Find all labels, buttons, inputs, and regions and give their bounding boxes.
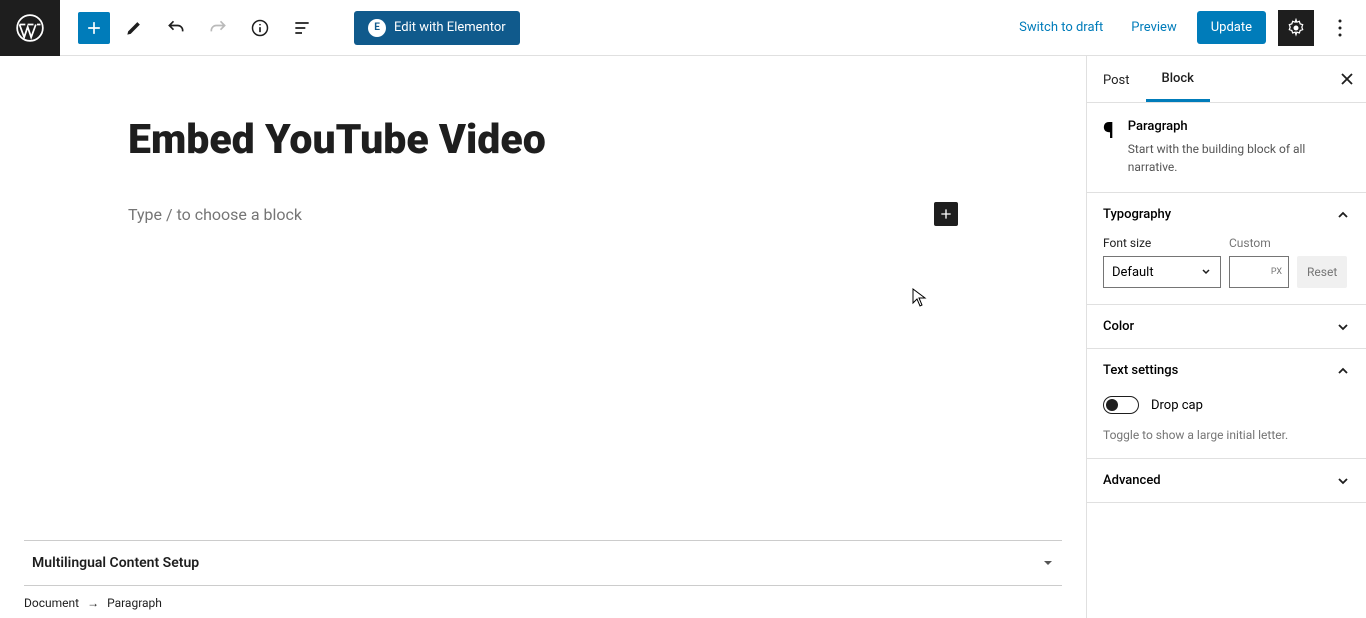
text-settings-header[interactable]: Text settings [1087, 349, 1366, 392]
redo-icon [208, 18, 228, 38]
block-placeholder: Type / to choose a block [128, 205, 934, 224]
reset-font-button[interactable]: Reset [1297, 256, 1347, 288]
settings-sidebar: Post Block ¶ Paragraph Start with the bu… [1086, 56, 1366, 618]
tab-post[interactable]: Post [1087, 56, 1146, 102]
color-title: Color [1103, 319, 1134, 334]
dots-vertical-icon [1338, 19, 1342, 37]
post-title[interactable]: Embed YouTube Video [128, 116, 958, 164]
gear-icon [1286, 18, 1306, 38]
advanced-panel: Advanced [1087, 459, 1366, 503]
plus-icon [938, 206, 954, 222]
tab-block[interactable]: Block [1146, 56, 1210, 102]
text-settings-body: Drop cap Toggle to show a large initial … [1087, 392, 1366, 458]
main-area: Embed YouTube Video Type / to choose a b… [0, 56, 1366, 618]
breadcrumb-leaf[interactable]: Paragraph [107, 596, 162, 610]
block-info-text: Paragraph Start with the building block … [1128, 119, 1350, 176]
more-options-button[interactable] [1326, 10, 1354, 46]
toolbar-left: E Edit with Elementor [60, 10, 538, 46]
typography-title: Typography [1103, 207, 1171, 222]
sidebar-tabs: Post Block [1087, 56, 1366, 103]
redo-button[interactable] [200, 10, 236, 46]
typography-panel: Typography Font size Default Custom [1087, 193, 1366, 305]
editor-canvas: Embed YouTube Video Type / to choose a b… [0, 56, 1086, 618]
outline-button[interactable] [284, 10, 320, 46]
drop-cap-toggle[interactable] [1103, 396, 1139, 414]
typography-body: Font size Default Custom Reset [1087, 236, 1366, 304]
editor-footer: Multilingual Content Setup [24, 540, 1062, 586]
triangle-down-icon [1042, 558, 1054, 568]
block-type-title: Paragraph [1128, 119, 1350, 134]
custom-size-input[interactable] [1229, 256, 1289, 288]
font-size-select[interactable]: Default [1103, 256, 1221, 288]
paragraph-icon: ¶ [1103, 119, 1114, 176]
plus-icon [84, 18, 104, 38]
editor-content: Embed YouTube Video Type / to choose a b… [128, 56, 958, 226]
chevron-up-icon [1336, 208, 1350, 222]
close-sidebar-button[interactable] [1328, 56, 1366, 102]
elementor-button[interactable]: E Edit with Elementor [354, 11, 520, 45]
pencil-icon [124, 18, 144, 38]
edit-mode-button[interactable] [116, 10, 152, 46]
metabox-multilingual[interactable]: Multilingual Content Setup [24, 540, 1062, 586]
wordpress-logo[interactable] [0, 0, 60, 56]
breadcrumb-root[interactable]: Document [24, 596, 79, 610]
font-size-row: Font size Default Custom Reset [1103, 236, 1350, 288]
add-block-inline-button[interactable] [934, 202, 958, 226]
block-info-panel: ¶ Paragraph Start with the building bloc… [1087, 103, 1366, 193]
color-header[interactable]: Color [1087, 305, 1366, 348]
metabox-title: Multilingual Content Setup [32, 555, 199, 571]
cursor-icon [912, 288, 928, 308]
custom-label: Custom [1229, 236, 1289, 250]
text-settings-panel: Text settings Drop cap Toggle to show a … [1087, 349, 1366, 459]
info-button[interactable] [242, 10, 278, 46]
switch-to-draft-button[interactable]: Switch to draft [1011, 14, 1111, 41]
settings-button[interactable] [1278, 10, 1314, 46]
chevron-down-icon [1336, 474, 1350, 488]
drop-cap-label: Drop cap [1151, 398, 1203, 413]
top-toolbar: E Edit with Elementor Switch to draft Pr… [0, 0, 1366, 56]
chevron-up-icon [1336, 364, 1350, 378]
arrow-right-icon: → [87, 596, 99, 610]
chevron-down-icon [1336, 320, 1350, 334]
paragraph-block[interactable]: Type / to choose a block [128, 202, 958, 226]
undo-button[interactable] [158, 10, 194, 46]
close-icon [1340, 72, 1354, 86]
undo-icon [166, 18, 186, 38]
text-settings-title: Text settings [1103, 363, 1178, 378]
wordpress-icon [16, 14, 44, 42]
chevron-down-icon [1200, 266, 1212, 278]
add-block-button[interactable] [78, 12, 110, 44]
custom-size-field: Custom [1229, 236, 1289, 288]
toolbar-right: Switch to draft Preview Update [1011, 10, 1366, 46]
elementor-icon: E [368, 19, 386, 37]
font-size-field: Font size Default [1103, 236, 1221, 288]
font-size-label: Font size [1103, 236, 1221, 250]
typography-header[interactable]: Typography [1087, 193, 1366, 236]
font-size-value: Default [1112, 265, 1154, 280]
preview-button[interactable]: Preview [1123, 14, 1184, 41]
breadcrumb: Document → Paragraph [24, 596, 162, 610]
advanced-title: Advanced [1103, 473, 1161, 488]
drop-cap-row: Drop cap [1103, 392, 1350, 418]
drop-cap-hint: Toggle to show a large initial letter. [1103, 428, 1350, 442]
update-button[interactable]: Update [1197, 11, 1266, 44]
info-icon [250, 18, 270, 38]
block-type-desc: Start with the building block of all nar… [1128, 140, 1350, 176]
list-icon [292, 18, 312, 38]
elementor-label: Edit with Elementor [394, 20, 506, 35]
advanced-header[interactable]: Advanced [1087, 459, 1366, 502]
color-panel: Color [1087, 305, 1366, 349]
